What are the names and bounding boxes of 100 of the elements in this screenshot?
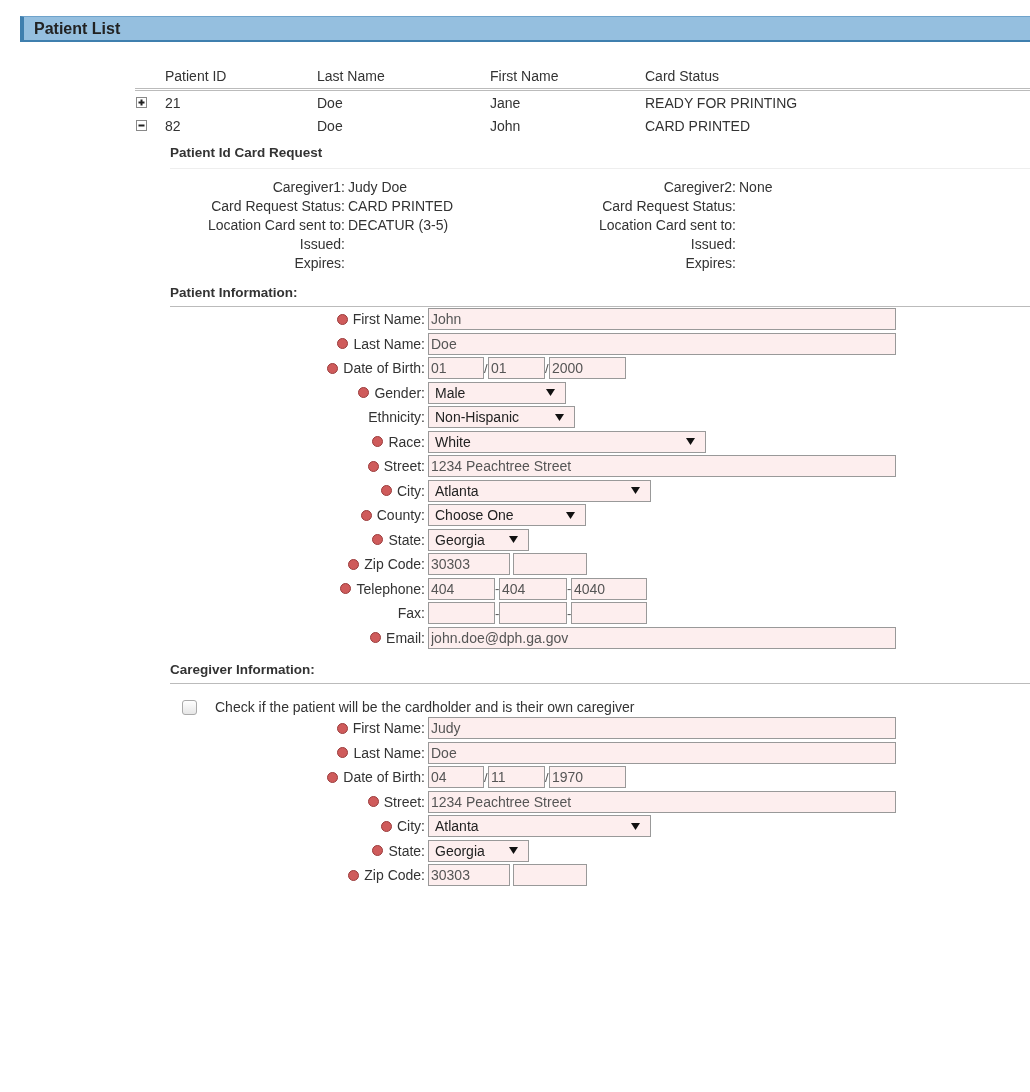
info-label: Expires: (293, 254, 345, 273)
column-header: Last Name (317, 68, 386, 84)
dropdown[interactable]: Georgia (428, 839, 529, 862)
field-label: Date of Birth: (343, 769, 425, 786)
dropdown[interactable]: Non-Hispanic (428, 406, 575, 429)
info-value: None (739, 178, 774, 197)
page-title: Patient List (34, 19, 121, 38)
field-label: Gender: (374, 384, 425, 401)
info-label: Issued: (298, 235, 345, 254)
caret-icon (546, 389, 555, 397)
caret-icon (509, 536, 518, 544)
info-value: Judy Doe (348, 178, 409, 197)
input-field[interactable]: John (428, 308, 896, 331)
column-header: First Name (490, 68, 560, 84)
checkbox-label: Check if the patient will be the cardholder and is their own caregiver (215, 699, 635, 715)
field-label: Email: (386, 629, 425, 646)
field-label: Fax: (397, 605, 425, 622)
field-label: Zip Code: (364, 867, 425, 884)
caret-icon (631, 487, 640, 495)
input-field[interactable]: 2000 (549, 357, 626, 380)
input-field[interactable]: 01 (488, 357, 545, 380)
separator: - (495, 581, 499, 597)
field-label: State: (388, 842, 425, 859)
info-label: Card Request Status: (601, 197, 736, 216)
column-header: Patient ID (165, 68, 228, 84)
field-label: City: (397, 818, 425, 835)
dropdown[interactable]: Atlanta (428, 479, 651, 502)
table-cell-text: 21 (165, 94, 182, 111)
field-label: County: (376, 507, 425, 524)
input-field[interactable]: 4040 (571, 577, 647, 600)
caret-icon (509, 847, 518, 855)
field-label: Telephone: (356, 580, 425, 597)
input-field[interactable]: Doe (428, 332, 896, 355)
field-label: Street: (383, 793, 425, 810)
input-field[interactable]: 30303 (428, 553, 510, 576)
input-field[interactable]: 1234 Peachtree Street (428, 790, 896, 813)
separator: - (495, 605, 499, 621)
info-value: DECATUR (3-5) (348, 216, 450, 235)
input-field[interactable]: john.doe@dph.ga.gov (428, 626, 896, 649)
checkbox[interactable] (182, 699, 197, 715)
separator: / (484, 360, 488, 376)
input-field[interactable]: Judy (428, 717, 896, 740)
table-cell-text: READY FOR PRINTING (645, 94, 799, 111)
table-cell-text: 82 (165, 117, 182, 134)
dropdown[interactable]: Choose One (428, 504, 586, 527)
info-label: Location Card sent to: (598, 216, 736, 235)
info-label: Issued: (689, 235, 736, 254)
input-field[interactable]: 30303 (428, 864, 510, 887)
info-label: Card Request Status: (210, 197, 345, 216)
input-field[interactable]: 404 (499, 577, 567, 600)
dropdown[interactable]: Male (428, 381, 566, 404)
input-field[interactable]: Doe (428, 741, 896, 764)
info-label: Caregiver2: (662, 178, 736, 197)
input-field[interactable]: 01 (428, 357, 484, 380)
table-cell-text: Jane (490, 94, 522, 111)
field-label: Street: (383, 458, 425, 475)
section-heading: Patient Id Card Request (170, 145, 1030, 169)
field-label: Date of Birth: (343, 360, 425, 377)
table-cell-text: Doe (317, 117, 344, 134)
caret-icon (555, 413, 564, 421)
input-field[interactable] (513, 553, 587, 576)
input-field[interactable]: 404 (428, 577, 495, 600)
table-cell-text: Doe (317, 94, 344, 111)
field-label: Zip Code: (364, 556, 425, 573)
table-cell-text: CARD PRINTED (645, 117, 751, 134)
separator: - (567, 605, 571, 621)
separator: / (484, 769, 488, 785)
field-label: City: (397, 482, 425, 499)
section-heading: Patient Information: (170, 285, 1030, 307)
caret-icon (631, 822, 640, 830)
table-cell-text: John (490, 117, 522, 134)
caret-icon (686, 438, 695, 446)
dropdown[interactable]: Georgia (428, 528, 529, 551)
column-header: Card Status (645, 68, 720, 84)
dropdown[interactable]: White (428, 430, 706, 453)
field-label: Ethnicity: (368, 409, 425, 426)
caret-icon (566, 511, 575, 519)
field-label: State: (388, 531, 425, 548)
field-label: Race: (388, 433, 425, 450)
input-field[interactable]: 04 (428, 766, 484, 789)
info-label: Caregiver1: (271, 178, 345, 197)
input-field[interactable] (428, 602, 495, 625)
info-label: Location Card sent to: (207, 216, 345, 235)
field-label: Last Name: (353, 335, 425, 352)
input-field[interactable]: 1234 Peachtree Street (428, 455, 896, 478)
input-field[interactable]: 1970 (549, 766, 626, 789)
separator: / (545, 769, 549, 785)
expand-icon[interactable] (136, 97, 147, 108)
input-field[interactable] (499, 602, 567, 625)
field-label: First Name: (352, 311, 425, 328)
separator: - (567, 581, 571, 597)
field-label: Last Name: (353, 744, 425, 761)
info-value: CARD PRINTED (348, 197, 454, 216)
info-label: Expires: (684, 254, 736, 273)
input-field[interactable] (513, 864, 587, 887)
input-field[interactable]: 11 (488, 766, 545, 789)
dropdown[interactable]: Atlanta (428, 815, 651, 838)
field-label: First Name: (352, 720, 425, 737)
collapse-icon[interactable] (136, 120, 147, 131)
input-field[interactable] (571, 602, 647, 625)
